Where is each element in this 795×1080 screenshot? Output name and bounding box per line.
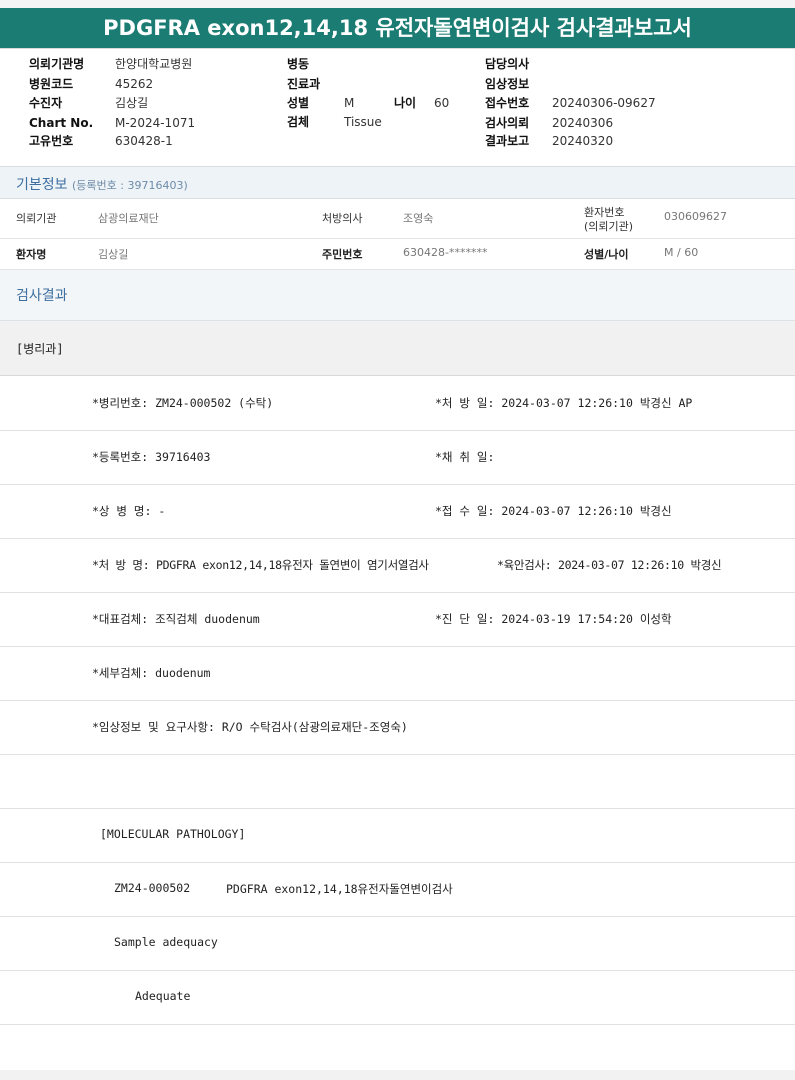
adequacy-label-line: Sample adequacy [0,916,795,971]
label-patient: 수진자 [29,96,63,110]
result-line-left: *처 방 명: PDGFRA exon12,14,18유전자 돌연변이 염기서열… [92,558,429,572]
test-result-title: 검사결과 [16,288,68,304]
result-line-left: *병리번호: ZM24-000502 (수탁) [92,396,274,410]
label-requesting-institution: 의뢰기관명 [29,57,85,71]
result-line-right: *접 수 일: 2024-03-07 12:26:10 박경신 [435,504,672,518]
value-result-report: 20240320 [552,134,614,148]
result-line: *병리번호: ZM24-000502 (수탁) *처 방 일: 2024-03-… [0,376,795,431]
result-line-left: *등록번호: 39716403 [92,450,211,464]
label-unique-no: 고유번호 [29,134,74,148]
label-institution: 의뢰기관 [16,212,57,225]
value-hospital-code: 45262 [115,77,154,91]
result-line-left: *대표검체: 조직검체 duodenum [92,612,260,626]
label-specimen: 검체 [287,115,310,129]
molecular-test-line: ZM24-000502 PDGFRA exon12,14,18유전자돌연변이검사 [0,862,795,917]
value-sex-age: M / 60 [664,246,699,259]
value-chart-no: M-2024-1071 [115,116,196,130]
value-test-request: 20240306 [552,116,614,130]
result-line: *세부검체: duodenum [0,646,795,701]
label-prescribing-doctor: 처방의사 [322,212,363,225]
top-strip [0,0,795,8]
molecular-test-name: PDGFRA exon12,14,18유전자돌연변이검사 [226,882,453,896]
value-sex: M [344,96,355,110]
adequacy-value-line: Adequate [0,970,795,1025]
pathology-dept-label: [병리과] [16,342,64,356]
result-line-right: *육안검사: 2024-03-07 12:26:10 박경신 [497,558,722,572]
label-receipt-no: 접수번호 [485,96,530,110]
label-test-request: 검사의뢰 [485,116,530,130]
value-resident-number: 630428-******* [403,246,488,259]
result-line-left: *상 병 명: - [92,504,166,518]
value-requesting-institution: 한양대학교병원 [115,57,193,71]
adequacy-value: Adequate [135,989,191,1003]
basic-info-title: 기본정보 (등록번호 : 39716403) [16,177,188,193]
adequacy-label: Sample adequacy [114,935,218,949]
molecular-code: ZM24-000502 [114,881,191,895]
report-title: PDGFRA exon12,14,18 유전자돌연변이검사 검사결과보고서 [0,8,795,49]
molecular-heading-line: [MOLECULAR PATHOLOGY] [0,808,795,863]
registration-number: (등록번호 : 39716403) [71,179,188,192]
label-doctor: 담당의사 [485,57,530,71]
label-hospital-code: 병원코드 [29,77,74,91]
result-line-right: *채 취 일: [435,450,495,464]
result-line-left: *세부검체: duodenum [92,666,211,680]
value-specimen: Tissue [344,115,382,129]
label-ward: 병동 [287,57,310,71]
result-line: *임상정보 및 요구사항: R/O 수탁검사(삼광의료재단-조영숙) [0,700,795,755]
result-line: *대표검체: 조직검체 duodenum *진 단 일: 2024-03-19 … [0,592,795,647]
result-line-right: *처 방 일: 2024-03-07 12:26:10 박경신 AP [435,396,693,410]
result-line-left: *임상정보 및 요구사항: R/O 수탁검사(삼광의료재단-조영숙) [92,720,408,734]
blank-line [0,754,795,809]
molecular-heading: [MOLECULAR PATHOLOGY] [100,827,246,841]
basic-info-row-2: 환자명 김상길 주민번호 630428-******* 성별/나이 M / 60 [0,239,795,270]
bottom-strip [0,1070,795,1080]
basic-info-header: 기본정보 (등록번호 : 39716403) [0,166,795,199]
value-patient: 김상길 [115,96,149,110]
result-line: *처 방 명: PDGFRA exon12,14,18유전자 돌연변이 염기서열… [0,538,795,593]
label-department: 진료과 [287,77,321,91]
result-line: *등록번호: 39716403 *채 취 일: [0,430,795,485]
label-chart-no: Chart No. [29,116,94,130]
basic-info-row-1: 의뢰기관 삼광의료재단 처방의사 조영숙 환자번호 (의뢰기관) 0306096… [0,198,795,239]
label-sex: 성별 [287,96,310,110]
value-age: 60 [434,96,450,110]
label-age: 나이 [394,96,417,110]
label-result-report: 결과보고 [485,134,530,148]
value-receipt-no: 20240306-09627 [552,96,656,110]
value-prescribing-doctor: 조영숙 [403,212,434,225]
label-patient-name: 환자명 [16,248,47,261]
value-unique-no: 630428-1 [115,134,173,148]
label-resident-number: 주민번호 [322,248,363,261]
value-patient-number: 030609627 [664,210,727,223]
label-patient-number-sub: (의뢰기관) [584,220,634,233]
result-line: *상 병 명: - *접 수 일: 2024-03-07 12:26:10 박경… [0,484,795,539]
label-clinical-info: 임상정보 [485,77,530,91]
result-line-right: *진 단 일: 2024-03-19 17:54:20 이성학 [435,612,672,626]
pathology-dept-header: [병리과] [0,321,795,376]
test-result-header: 검사결과 [0,270,795,321]
value-patient-name: 김상길 [98,248,129,261]
value-institution: 삼광의료재단 [98,212,159,225]
label-sex-age: 성별/나이 [584,248,629,261]
